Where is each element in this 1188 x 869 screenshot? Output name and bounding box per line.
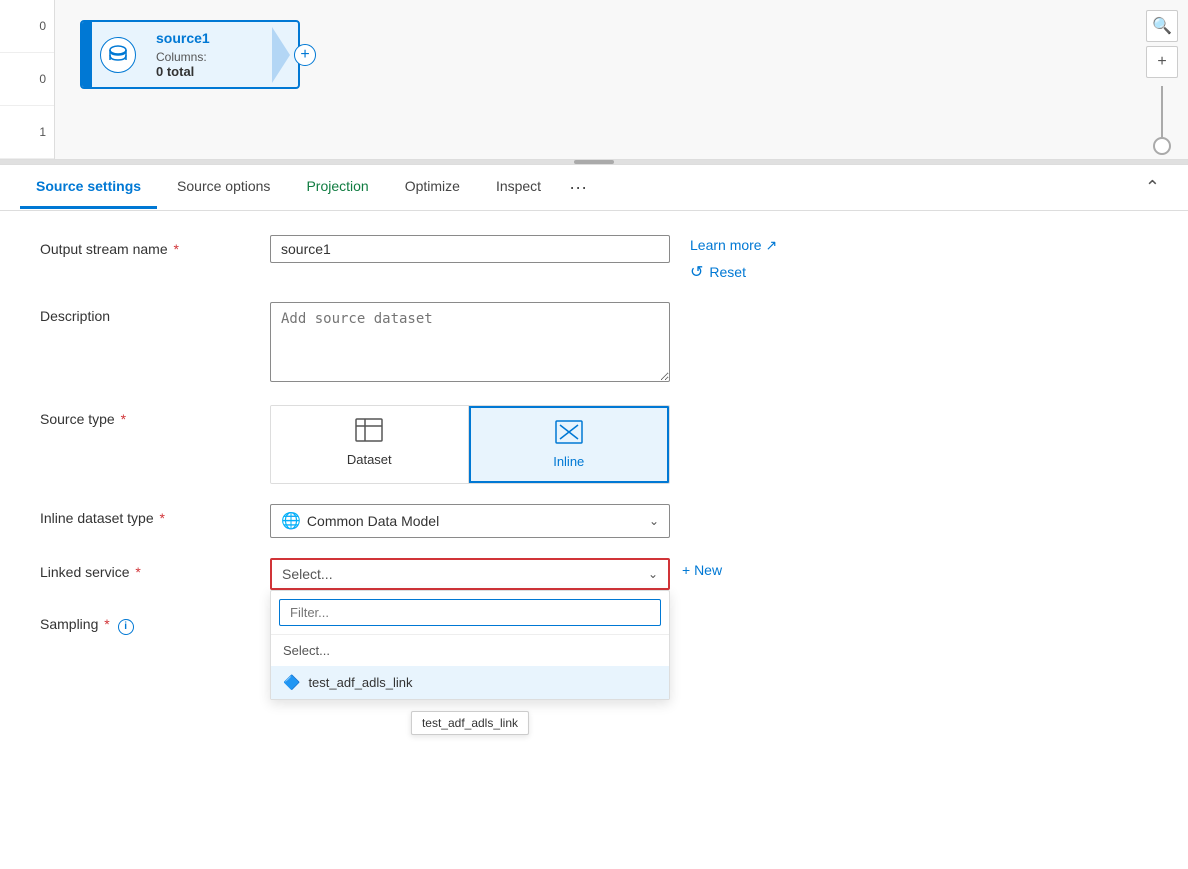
source-type-inline-btn[interactable]: Inline: [469, 406, 670, 483]
reset-icon: ↺: [690, 262, 703, 282]
tab-source-options[interactable]: Source options: [161, 166, 286, 209]
linked-service-tooltip: test_adf_adls_link: [411, 711, 529, 735]
output-stream-input[interactable]: [270, 235, 670, 263]
inline-dataset-type-dropdown[interactable]: 🌐 Common Data Model ⌄: [270, 504, 670, 538]
output-stream-control: [270, 235, 670, 263]
tabs-bar: Source settings Source options Projectio…: [0, 165, 1188, 211]
description-input[interactable]: [270, 302, 670, 382]
source-node-arrow: [264, 22, 298, 87]
ruler-number-1: 0: [0, 53, 54, 106]
linked-service-chevron: ⌄: [648, 567, 658, 581]
zoom-slider[interactable]: [1146, 86, 1178, 155]
linked-service-dropdown-list: Select... 🔷 test_adf_adls_link test_adf_…: [270, 590, 670, 700]
reset-button[interactable]: ↺ Reset: [690, 262, 777, 282]
sampling-label: Sampling * i: [40, 610, 270, 635]
search-icon: 🔍: [1152, 16, 1172, 36]
output-stream-label: Output stream name *: [40, 235, 270, 257]
dataset-label: Dataset: [347, 452, 392, 467]
linked-service-area: Select... ⌄ Select... 🔷 test_adf_adls_: [270, 558, 1148, 590]
linked-service-row: Linked service * Select... ⌄: [40, 558, 1148, 590]
zoom-thumb: [1153, 137, 1171, 155]
tabs-more-button[interactable]: ···: [561, 165, 595, 210]
panel-collapse-button[interactable]: ⌃: [1137, 169, 1168, 206]
tab-optimize[interactable]: Optimize: [389, 166, 476, 209]
source-node[interactable]: source1 Columns: 0 total +: [80, 20, 300, 89]
inline-dataset-required: *: [160, 510, 165, 526]
test-link-icon: 🔷: [283, 674, 300, 691]
source-type-options: Dataset Inline: [270, 405, 670, 484]
source-node-icon-area: [92, 22, 144, 87]
inline-label: Inline: [553, 454, 584, 469]
search-button[interactable]: 🔍: [1146, 10, 1178, 42]
inline-dataset-chevron: ⌄: [649, 514, 659, 528]
inline-dataset-type-control: 🌐 Common Data Model ⌄: [270, 504, 670, 538]
output-stream-row: Output stream name * Learn more ↗ ↺ Rese…: [40, 235, 1148, 282]
inline-dataset-type-row: Inline dataset type * 🌐 Common Data Mode…: [40, 504, 1148, 538]
panel-body: Output stream name * Learn more ↗ ↺ Rese…: [0, 211, 1188, 869]
source-type-control: Dataset Inline: [270, 405, 670, 484]
linked-service-label: Linked service *: [40, 558, 270, 580]
source-node-columns-count: 0 total: [156, 64, 252, 79]
zoom-in-button[interactable]: +: [1146, 46, 1178, 78]
dropdown-option-test-link[interactable]: 🔷 test_adf_adls_link: [271, 666, 669, 699]
source-type-row: Source type *: [40, 405, 1148, 484]
ruler-number-2: 1: [0, 106, 54, 159]
description-label: Description: [40, 302, 270, 324]
source-node-accent: [82, 22, 92, 87]
inline-dataset-type-label: Inline dataset type *: [40, 504, 270, 526]
dropdown-filter-area: [271, 591, 669, 635]
tab-inspect[interactable]: Inspect: [480, 166, 557, 209]
source-node-body: source1 Columns: 0 total: [144, 22, 264, 87]
top-right-controls: 🔍 +: [1146, 10, 1178, 155]
source-type-dataset-btn[interactable]: Dataset: [271, 406, 469, 483]
tab-source-settings[interactable]: Source settings: [20, 166, 157, 209]
tab-projection[interactable]: Projection: [290, 166, 384, 209]
dropdown-option-select[interactable]: Select...: [271, 635, 669, 666]
description-row: Description: [40, 302, 1148, 385]
ruler-number-0: 0: [0, 0, 54, 53]
settings-panel: Source settings Source options Projectio…: [0, 164, 1188, 869]
linked-service-dropdown[interactable]: Select... ⌄: [270, 558, 670, 590]
inline-icon: [555, 420, 583, 450]
dropdown-filter-input[interactable]: [279, 599, 661, 626]
linked-service-required: *: [135, 564, 140, 580]
source-node-title: source1: [156, 30, 252, 46]
linked-service-control: Select... ⌄ Select... 🔷 test_adf_adls_: [270, 558, 670, 590]
inline-dataset-icon: 🌐: [281, 511, 301, 531]
source-type-required: *: [121, 411, 126, 427]
right-actions: Learn more ↗ ↺ Reset: [690, 235, 777, 282]
dataset-icon: [355, 418, 383, 448]
learn-more-button[interactable]: Learn more ↗: [690, 237, 777, 254]
sampling-info-icon[interactable]: i: [118, 619, 134, 635]
source-add-button[interactable]: +: [294, 44, 316, 66]
description-control: [270, 302, 670, 385]
source-type-label: Source type *: [40, 405, 270, 427]
plus-icon: +: [1157, 53, 1166, 71]
sampling-required: *: [104, 616, 109, 632]
source-icon: [100, 37, 136, 73]
source-node-columns-label: Columns:: [156, 50, 252, 64]
output-stream-required: *: [174, 241, 179, 257]
new-linked-service-button[interactable]: + New: [682, 558, 722, 582]
